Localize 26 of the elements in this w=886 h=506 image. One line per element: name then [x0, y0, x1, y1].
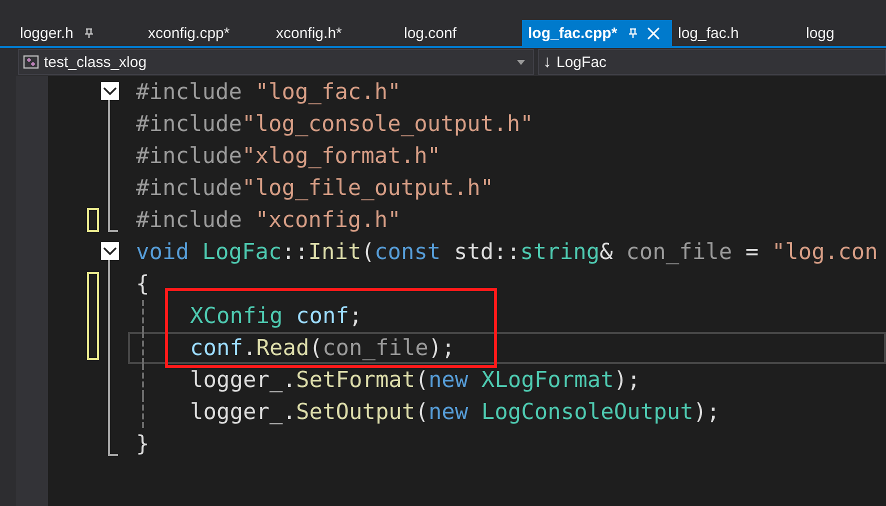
code-line: conf.Read(con_file);	[189, 336, 455, 360]
code-line: #include"log_file_output.h"	[136, 176, 494, 200]
file-tab[interactable]: logg	[800, 20, 840, 46]
code-line: #include "xconfig.h"	[136, 208, 401, 232]
caret-icon	[517, 60, 525, 64]
code-line: logger_.SetFormat(new XLogFormat);	[189, 368, 640, 392]
project-dropdown[interactable]: test_class_xlog	[18, 49, 534, 75]
file-tab[interactable]: logger.h	[14, 20, 142, 46]
file-tab[interactable]: xconfig.cpp*	[142, 20, 270, 46]
scope-dropdown[interactable]: ↓ LogFac	[538, 49, 886, 75]
project-icon	[23, 54, 39, 70]
close-icon[interactable]	[647, 26, 660, 40]
code-line: {	[136, 272, 150, 296]
code-line: void LogFac::Init(const std::string& con_file = "log.con	[136, 240, 878, 264]
pin-icon[interactable]	[83, 27, 96, 39]
code-line: logger_.SetOutput(new LogConsoleOutput);	[189, 400, 720, 424]
code-line: #include"log_console_output.h"	[136, 112, 534, 136]
collapse-icon[interactable]	[101, 242, 119, 260]
code-line: }	[136, 432, 150, 456]
file-tab[interactable]: xconfig.h*	[270, 20, 398, 46]
code-line: XConfig conf;	[189, 304, 362, 328]
code-line: #include "log_fac.h"	[136, 80, 401, 104]
file-tab[interactable]: log_fac.cpp*	[522, 20, 672, 46]
file-tab[interactable]: log_fac.h	[672, 20, 800, 46]
code-line: #include"xlog_format.h"	[136, 144, 441, 168]
collapse-icon[interactable]	[101, 82, 119, 100]
